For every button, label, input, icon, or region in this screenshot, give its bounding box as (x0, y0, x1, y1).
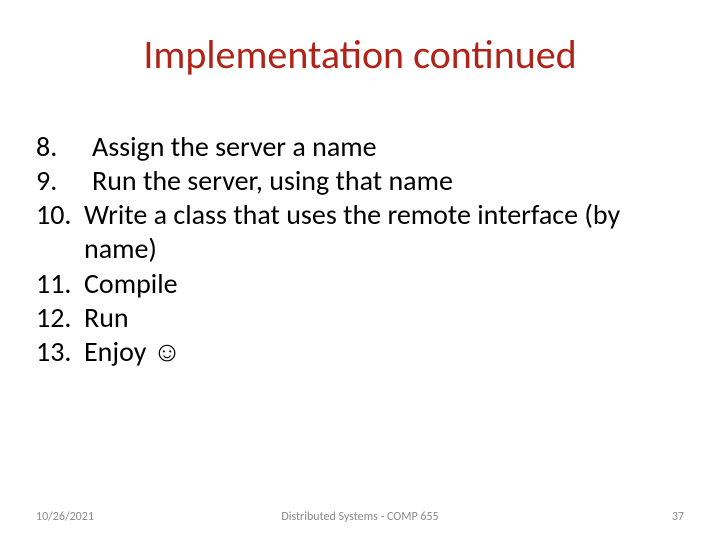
ordered-list: 8.Assign the server a name9.Run the serv… (36, 130, 684, 369)
list-item-number: 10. (36, 198, 84, 232)
list-item-number: 9. (36, 164, 92, 198)
list-item: 10.Write a class that uses the remote in… (36, 198, 684, 266)
list-item: 9.Run the server, using that name (36, 164, 684, 198)
footer-page-number: 37 (672, 510, 684, 524)
list-item-number: 8. (36, 130, 92, 164)
list-item-number: 13. (36, 335, 84, 369)
list-item: 11.Compile (36, 267, 684, 301)
list-item: 8.Assign the server a name (36, 130, 684, 164)
slide: Implementation continued 8.Assign the se… (0, 0, 720, 540)
list-item: 13.Enjoy ☺ (36, 335, 684, 369)
list-item-number: 12. (36, 301, 84, 335)
list-item-text: Enjoy ☺ (84, 335, 684, 369)
list-item-text: Run (84, 301, 684, 335)
list-item-text: Compile (84, 267, 684, 301)
footer: 10/26/2021 Distributed Systems - COMP 65… (0, 504, 720, 524)
list-item-text: Write a class that uses the remote inter… (84, 198, 684, 266)
list-item: 12.Run (36, 301, 684, 335)
footer-center: Distributed Systems - COMP 655 (0, 510, 720, 524)
slide-title: Implementation continued (0, 30, 720, 79)
list-item-number: 11. (36, 267, 84, 301)
list-item-text: Assign the server a name (92, 130, 684, 164)
list-item-text: Run the server, using that name (92, 164, 684, 198)
